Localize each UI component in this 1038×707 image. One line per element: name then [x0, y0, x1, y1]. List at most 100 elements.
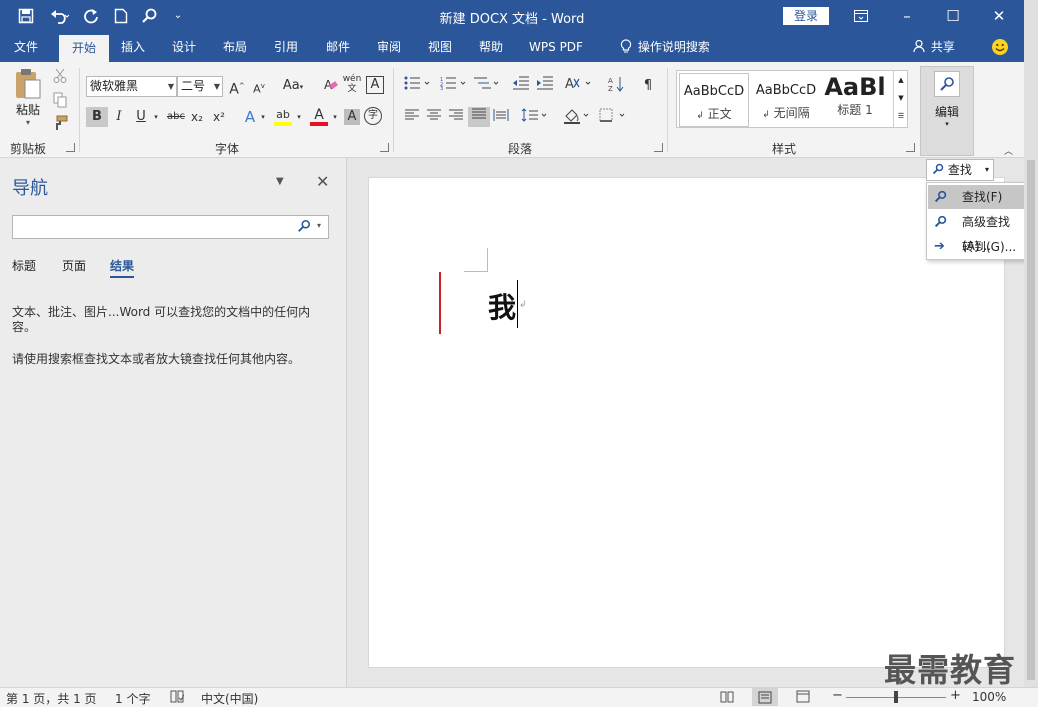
borders-icon[interactable]	[598, 108, 628, 128]
chevron-down-icon[interactable]: ▾	[294, 107, 304, 127]
language[interactable]: 中文(中国)	[201, 690, 258, 707]
tab-file[interactable]: 文件	[4, 32, 48, 62]
chevron-down-icon[interactable]: ▾	[330, 107, 340, 127]
enclose-characters-button[interactable]: 字	[364, 107, 382, 125]
nav-tab-headings[interactable]: 标题	[12, 257, 36, 274]
ribbon-display-options-icon[interactable]	[838, 0, 884, 32]
nav-options-icon[interactable]: ▼	[276, 176, 284, 187]
tab-review[interactable]: 审阅	[367, 32, 411, 62]
tab-references[interactable]: 引用	[264, 32, 308, 62]
tab-layout[interactable]: 布局	[213, 32, 257, 62]
chevron-down-icon[interactable]: ▾	[985, 160, 989, 180]
shading-icon[interactable]	[562, 108, 592, 128]
clear-formatting-button[interactable]: A	[320, 76, 340, 96]
word-count[interactable]: 1 个字	[115, 690, 150, 707]
zoom-slider-thumb[interactable]	[894, 691, 898, 703]
chevron-down-icon[interactable]: ▼	[894, 89, 908, 107]
tab-home[interactable]: 开始	[59, 35, 109, 62]
shrink-font-button[interactable]: Av	[250, 76, 268, 96]
character-border-button[interactable]: A	[366, 76, 384, 94]
read-mode-icon[interactable]	[720, 690, 734, 706]
chevron-down-icon[interactable]: ▾	[150, 107, 162, 127]
multilevel-list-button[interactable]	[472, 76, 502, 96]
subscript-button[interactable]: x₂	[188, 107, 206, 127]
superscript-button[interactable]: x²	[210, 107, 228, 127]
nav-tab-results[interactable]: 结果	[110, 257, 135, 278]
justify-icon[interactable]	[468, 107, 490, 127]
underline-button[interactable]: U	[132, 107, 150, 127]
menu-item-goto[interactable]: ➔ 转到(G)...	[928, 235, 1037, 259]
bold-button[interactable]: B	[86, 107, 108, 127]
nav-tab-pages[interactable]: 页面	[62, 257, 86, 274]
tab-view[interactable]: 视图	[418, 32, 462, 62]
copy-icon[interactable]	[50, 92, 70, 112]
close-icon[interactable]: ✕	[316, 172, 329, 191]
search-icon[interactable]	[297, 219, 311, 236]
paste-button[interactable]: 粘贴 ▾	[8, 68, 48, 130]
collapse-ribbon-icon[interactable]: ︿	[1004, 144, 1013, 157]
close-button[interactable]: ✕	[976, 0, 1022, 32]
tab-help[interactable]: 帮助	[469, 32, 513, 62]
italic-button[interactable]: I	[110, 107, 128, 127]
editing-button[interactable]: 编辑 ▾	[920, 66, 974, 156]
tab-insert[interactable]: 插入	[111, 32, 155, 62]
style-no-spacing[interactable]: AaBbCcD ↲ 无间隔	[751, 73, 821, 127]
format-painter-icon[interactable]	[50, 115, 70, 135]
paste-dropdown-icon[interactable]: ▾	[8, 118, 48, 127]
vertical-scrollbar[interactable]	[1024, 0, 1038, 687]
feedback-smiley-icon[interactable]	[988, 32, 1012, 62]
cut-icon[interactable]	[50, 68, 70, 88]
chevron-down-icon[interactable]: ▾	[258, 107, 268, 127]
align-center-icon[interactable]	[424, 108, 444, 128]
font-launcher-icon[interactable]	[380, 143, 389, 152]
line-spacing-icon[interactable]	[520, 108, 550, 128]
styles-launcher-icon[interactable]	[906, 143, 915, 152]
page-count[interactable]: 第 1 页，共 1 页	[6, 690, 97, 707]
zoom-out-button[interactable]: −	[832, 688, 843, 703]
minimize-button[interactable]: –	[884, 0, 930, 32]
document-text[interactable]: 我	[488, 286, 516, 326]
maximize-button[interactable]: ☐	[930, 0, 976, 32]
bullets-button[interactable]	[402, 76, 434, 96]
align-right-icon[interactable]	[446, 108, 466, 128]
style-normal[interactable]: AaBbCcD ↲ 正文	[679, 73, 749, 127]
show-paragraph-marks-icon[interactable]: ¶	[640, 76, 656, 96]
distributed-align-icon[interactable]	[491, 108, 511, 128]
phonetic-guide-button[interactable]: wén 文	[342, 74, 362, 94]
strikethrough-button[interactable]: abc	[165, 107, 187, 127]
sort-icon[interactable]: AZ	[606, 76, 626, 96]
login-button[interactable]: 登录	[783, 7, 829, 25]
change-case-button[interactable]: Aa▾	[278, 76, 308, 96]
share-button[interactable]: 共享	[906, 32, 962, 62]
document-page[interactable]: 我 ↲	[368, 177, 1005, 668]
find-split-button[interactable]: 查找 ▾	[926, 159, 994, 181]
decrease-indent-icon[interactable]	[510, 76, 532, 96]
numbering-button[interactable]: 123	[438, 76, 470, 96]
proofing-icon[interactable]	[170, 690, 185, 706]
chevron-down-icon[interactable]: ▾	[317, 221, 321, 230]
nav-search-field[interactable]	[17, 217, 287, 237]
zoom-level[interactable]: 100%	[972, 690, 1006, 704]
increase-indent-icon[interactable]	[534, 76, 556, 96]
clipboard-launcher-icon[interactable]	[66, 143, 75, 152]
gallery-more-icon[interactable]: ☰	[894, 107, 908, 125]
highlight-button[interactable]: ab	[272, 105, 294, 126]
tell-me-search[interactable]: 操作说明搜索	[606, 32, 722, 62]
grow-font-button[interactable]: A^	[228, 76, 246, 98]
zoom-in-button[interactable]: +	[950, 688, 961, 703]
style-heading-1[interactable]: AaBl 标题 1	[823, 73, 887, 127]
print-layout-icon[interactable]	[752, 688, 778, 706]
web-layout-icon[interactable]	[796, 690, 810, 706]
chinese-layout-button[interactable]: A	[564, 76, 594, 96]
menu-item-advanced-find[interactable]: 高级查找(A)...	[928, 210, 1037, 253]
tab-design[interactable]: 设计	[162, 32, 206, 62]
chevron-up-icon[interactable]: ▲	[894, 71, 908, 89]
nav-search-input[interactable]: ▾	[12, 215, 329, 239]
character-shading-button[interactable]: A	[344, 109, 360, 125]
tab-wps-pdf[interactable]: WPS PDF	[522, 32, 590, 62]
font-color-button[interactable]: A	[308, 105, 330, 126]
scrollbar-thumb[interactable]	[1027, 160, 1035, 680]
text-effects-button[interactable]: A	[240, 107, 260, 127]
paragraph-launcher-icon[interactable]	[654, 143, 663, 152]
tab-mailings[interactable]: 邮件	[316, 32, 360, 62]
